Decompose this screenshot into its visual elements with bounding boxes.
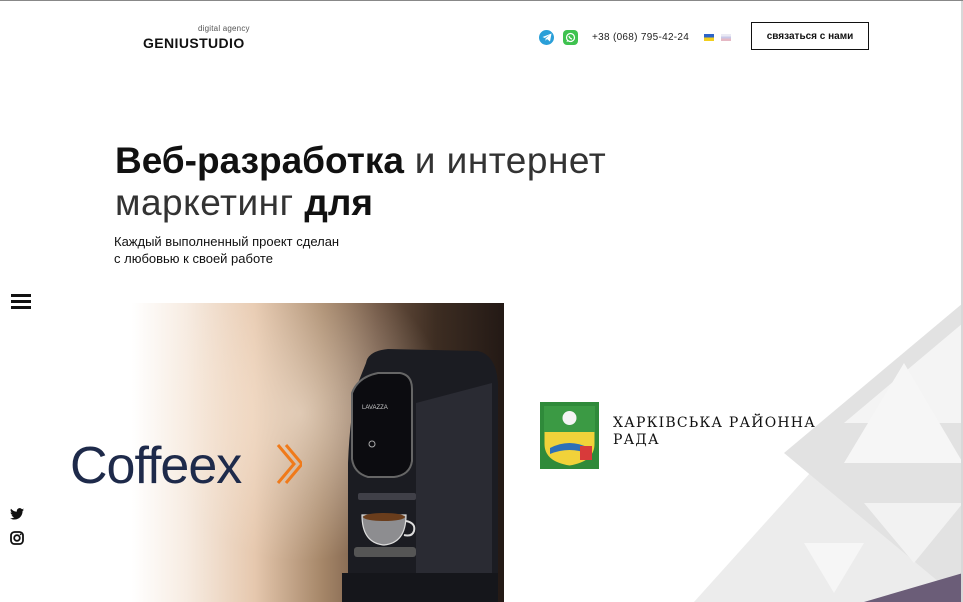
- hero-subtitle-line1: Каждый выполненный проект сделан: [114, 234, 340, 249]
- instagram-icon[interactable]: [10, 531, 24, 545]
- hero-subtitle-line2: с любовью к своей работе: [114, 251, 273, 266]
- portfolio-card-rada[interactable]: ХАРКІВСЬКА РАЙОННА РАДА: [504, 303, 963, 602]
- hero-subtitle: Каждый выполненный проект сделан с любов…: [114, 233, 414, 267]
- rada-name: ХАРКІВСЬКА РАЙОННА РАДА: [613, 415, 817, 448]
- hero-title-part2: и интернет: [403, 140, 607, 181]
- telegram-icon[interactable]: [539, 30, 554, 45]
- whatsapp-icon[interactable]: [563, 30, 578, 45]
- coffeex-logo: Coffeex: [70, 437, 242, 495]
- ua-flag-icon[interactable]: [704, 34, 714, 41]
- logo-name: GENIUSTUDIO: [143, 35, 245, 51]
- kharkiv-district-crest-icon: [540, 402, 599, 469]
- svg-text:LAVAZZA: LAVAZZA: [362, 405, 388, 411]
- coffee-machine-image: LAVAZZA: [342, 349, 498, 602]
- hamburger-menu-icon[interactable]: [11, 294, 31, 310]
- phone-number[interactable]: +38 (068) 795-42-24: [592, 32, 689, 43]
- contact-us-button[interactable]: связаться с нами: [751, 22, 869, 50]
- hero-title-part4: для: [304, 182, 373, 223]
- ru-flag-icon[interactable]: [721, 34, 731, 41]
- coffeex-chevron-icon: [276, 444, 302, 484]
- hero-title-part3: маркетинг: [115, 182, 305, 223]
- portfolio-card-coffeex[interactable]: Coffeex LAVAZZA: [50, 303, 504, 602]
- site-header: digital agency GENIUSTUDIO +38 (068) 795…: [0, 0, 963, 80]
- logo-tagline: digital agency: [198, 24, 250, 33]
- site-logo[interactable]: digital agency GENIUSTUDIO: [143, 24, 263, 54]
- twitter-icon[interactable]: [10, 507, 24, 521]
- hero-title-part1: Веб-разработка: [115, 140, 404, 181]
- hero-title: Веб-разработка и интернет маркетинг для: [115, 140, 735, 224]
